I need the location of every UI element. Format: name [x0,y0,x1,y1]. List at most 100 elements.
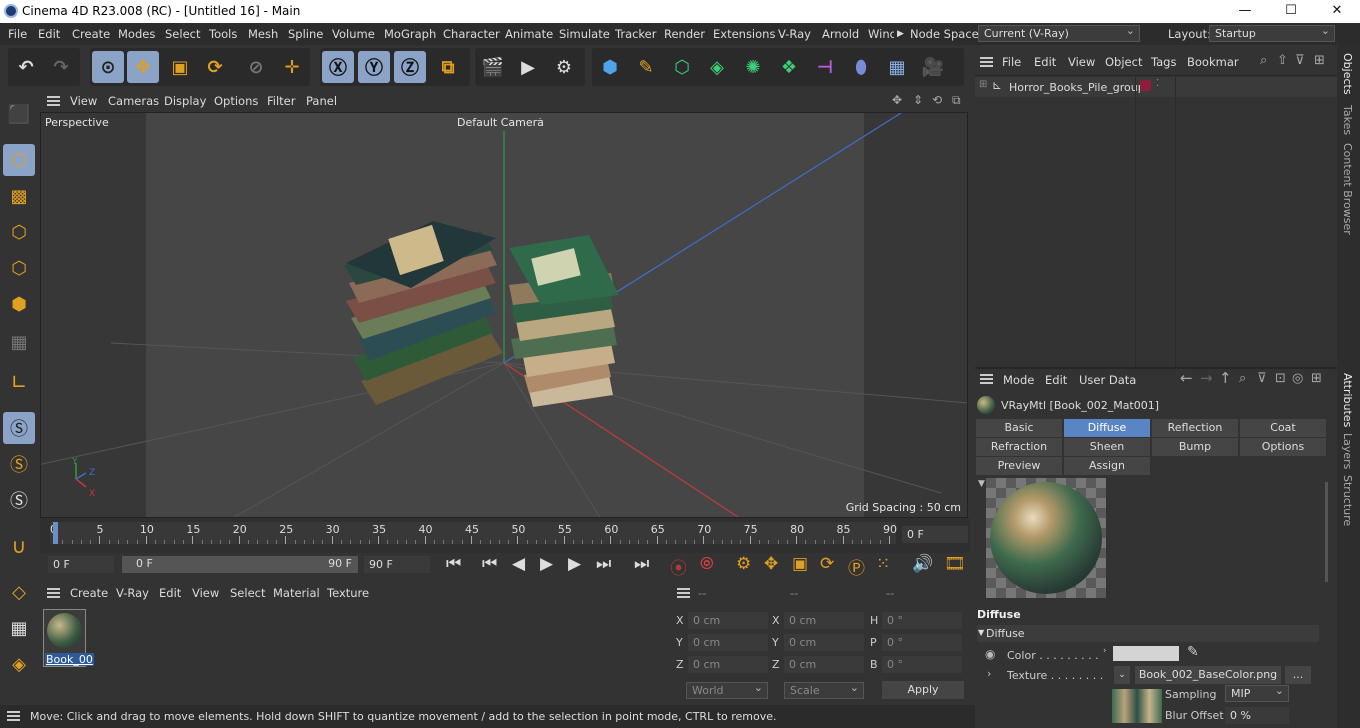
apply-button[interactable]: Apply [882,681,964,699]
menu-volume[interactable]: Volume [332,27,375,41]
menu-simulate[interactable]: Simulate [559,27,610,41]
attr-filter-icon[interactable]: ⊽ [1257,371,1267,386]
transform-tool-icon[interactable]: ✛ [276,51,308,83]
tab-reflection[interactable]: Reflection [1152,419,1238,437]
viewport-zoom-icon[interactable]: ⇕ [913,93,923,107]
rotate-tool-icon[interactable]: ⟳ [199,51,231,83]
menu-extensions[interactable]: Extensions [713,27,775,41]
film-icon[interactable]: 🎞 [944,554,966,574]
minimize-button[interactable]: — [1222,0,1268,23]
tab-bump[interactable]: Bump [1152,438,1238,456]
menu-edit[interactable]: Edit [38,27,60,41]
recent-tool-icon[interactable]: ⊘ [240,51,272,83]
eyedropper-icon[interactable]: ✎ [1187,644,1199,660]
locked-workplane-icon[interactable]: ▦ [3,612,35,644]
viewport-pan-icon[interactable]: ✥ [892,93,902,107]
mat-menu-vray[interactable]: V-Ray [116,586,149,600]
search-icon[interactable]: ⌕ [1260,53,1267,68]
start-frame-field[interactable]: 0 F [48,556,114,573]
autokey-icon[interactable]: ⦾ [700,554,714,574]
keyframe-selection-icon[interactable]: ⚙ [736,554,751,574]
go-to-end-icon[interactable]: ⏭ [634,554,649,574]
maximize-button[interactable]: ☐ [1268,0,1314,23]
tab-coat[interactable]: Coat [1240,419,1326,437]
new-panel-icon[interactable]: ⊞ [1314,53,1325,68]
mat-menu-view[interactable]: View [192,586,219,600]
workplane-snap-icon[interactable]: Ⓢ [3,484,35,516]
coord-value-field[interactable]: 0 cm [688,656,768,673]
viewport-hamburger-icon[interactable] [47,96,60,106]
cloner-icon[interactable]: ✺ [737,51,769,83]
coord-value-field[interactable]: 0 cm [784,612,864,629]
obj-menu-view[interactable]: View [1068,55,1095,69]
up-arrow-icon[interactable]: ⇧ [1277,53,1288,68]
obj-menu-bookmarks[interactable]: Bookmarks [1187,55,1239,69]
play-icon[interactable]: ▶ [540,554,553,574]
edge-mode-icon[interactable]: ⬡ [3,252,35,284]
side-tab-structure[interactable]: Structure [1341,475,1354,526]
y-axis-lock-icon[interactable]: Ⓨ [358,51,390,83]
pen-spline-icon[interactable]: ✎ [630,51,662,83]
snap-settings-icon[interactable]: Ⓢ [3,448,35,480]
obj-menu-object[interactable]: Object [1105,55,1142,69]
color-animate-icon[interactable]: ◉ [985,647,995,661]
key-scale-icon[interactable]: ▣ [792,554,808,574]
vp-menu-panel[interactable]: Panel [306,94,337,108]
texture-file-field[interactable]: Book_002_BaseColor.png [1135,666,1281,684]
coord-value-field[interactable]: 0 cm [784,634,864,651]
mat-menu-select[interactable]: Select [230,586,265,600]
tab-options[interactable]: Options [1240,438,1326,456]
menu-modes[interactable]: Modes [118,27,155,41]
render-picture-viewer-icon[interactable]: ▶ [512,51,544,83]
record-icon[interactable]: ⦿ [670,554,687,579]
menu-tracker[interactable]: Tracker [615,27,657,41]
target-icon[interactable]: ◎ [1292,371,1303,386]
next-frame-icon[interactable]: ▶ [568,554,581,574]
menu-spline[interactable]: Spline [288,27,323,41]
material-tag-icon[interactable] [1140,80,1151,91]
mograph-array-icon[interactable]: ❖ [773,51,805,83]
menu-file[interactable]: File [8,27,27,41]
mat-menu-create[interactable]: Create [70,586,108,600]
timeline-ruler[interactable]: 051015202530354045505560657075808590 0 F [40,518,970,553]
workplane-icon[interactable]: ◇ [3,576,35,608]
tweak-magnet-icon[interactable]: ∪ [3,530,35,562]
side-tab-takes[interactable]: Takes [1341,105,1354,135]
viewport-maximize-icon[interactable]: ⧉ [952,93,961,108]
mat-menu-texture[interactable]: Texture [327,586,369,600]
menu-vray[interactable]: V-Ray [778,27,811,41]
live-selection-icon[interactable]: ⊙ [92,51,124,83]
menu-window[interactable]: Wind [868,27,894,41]
previous-frame-icon[interactable]: ◀ [512,554,525,574]
vp-menu-cameras[interactable]: Cameras [108,94,159,108]
attr-search-icon[interactable]: ⌕ [1239,371,1246,386]
tab-sheen[interactable]: Sheen [1064,438,1150,456]
forward-arrow-icon[interactable]: → [1200,369,1213,387]
vp-menu-view[interactable]: View [70,94,97,108]
menu-mesh[interactable]: Mesh [248,27,278,41]
mat-menu-material[interactable]: Material [273,586,320,600]
filter-icon[interactable]: ⊽ [1295,53,1305,68]
obj-menu-edit[interactable]: Edit [1034,55,1056,69]
z-axis-lock-icon[interactable]: Ⓩ [394,51,426,83]
x-axis-lock-icon[interactable]: Ⓧ [322,51,354,83]
attr-menu-user-data[interactable]: User Data [1079,373,1136,387]
undo-icon[interactable]: ↶ [10,51,42,83]
preview-collapse-icon[interactable]: ▼ [978,479,985,489]
uv-mode-icon[interactable]: ▦ [3,326,35,358]
up-arrow-icon[interactable]: ↑ [1219,369,1232,387]
polygon-mode-icon[interactable]: ⬢ [3,288,35,320]
expand-icon[interactable]: ⊞ [979,79,987,90]
menu-character[interactable]: Character [443,27,500,41]
subdivision-generator-icon[interactable]: ⬡ [666,51,698,83]
planar-workplane-icon[interactable]: ◈ [3,648,35,680]
obj-menu-tags[interactable]: Tags [1151,55,1176,69]
sound-icon[interactable]: 🔊 [912,554,933,574]
sampling-select[interactable]: MIP [1225,683,1289,702]
tab-refraction[interactable]: Refraction [976,438,1062,456]
field-icon[interactable]: ⬮ [845,51,877,83]
vp-menu-filter[interactable]: Filter [267,94,295,108]
extrude-generator-icon[interactable]: ◈ [701,51,733,83]
snap-icon[interactable]: Ⓢ [3,412,35,444]
texture-mode-icon[interactable]: ▩ [3,180,35,212]
